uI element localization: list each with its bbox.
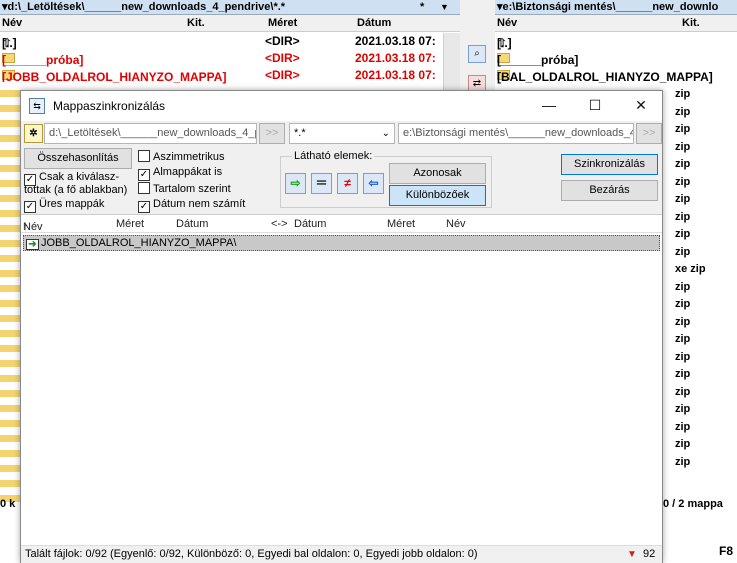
different-button[interactable]: Különbözőek	[389, 185, 486, 206]
f8-key[interactable]: F8	[719, 544, 733, 558]
ignore-date-checkbox[interactable]: ✓ Dátum nem számít	[138, 198, 245, 213]
checkbox-icon	[138, 150, 150, 162]
dropdown-icon[interactable]: ▼	[440, 0, 454, 15]
file-row[interactable]: [JOBB_OLDALROL_HIANYZO_MAPPA] <DIR> 2021…	[0, 66, 460, 84]
ext-cell: zip	[675, 193, 691, 205]
ext-cell: zip	[675, 403, 691, 415]
ext-cell: zip	[675, 438, 691, 450]
left-status: 0 k	[0, 498, 16, 510]
show-unequal-icon[interactable]: ≠	[337, 173, 358, 194]
compare-list-header: ↑ Név Méret Dátum <-> Dátum Méret Név	[21, 214, 662, 233]
ext-cell: zip	[675, 420, 691, 433]
col-name-right[interactable]: Név	[446, 218, 466, 230]
chevron-down-icon[interactable]: ⌄	[382, 124, 390, 143]
subdirs-checkbox[interactable]: ✓ Almappákat is	[138, 166, 222, 181]
checkbox-icon: ✓	[138, 201, 150, 213]
ext-cell: zip	[675, 455, 691, 468]
filter-combo[interactable]: *.* ⌄	[289, 123, 395, 144]
left-path: d:\_Letöltések\______new_downloads_4_pen…	[7, 1, 286, 13]
app-icon: ⇆	[29, 98, 45, 114]
star-icon[interactable]: *	[420, 0, 432, 15]
col-size-right[interactable]: Méret	[387, 218, 415, 230]
file-row[interactable]: ⇧ [..] <DIR> 2021.03.18 07:	[0, 32, 460, 50]
compare-button[interactable]: Összehasonlítás	[24, 148, 132, 169]
sync-button[interactable]: Szinkronizálás	[561, 154, 658, 175]
file-row[interactable]: [______próba] <DIR> 2021.03.18 07:	[0, 49, 460, 67]
ext-cell: zip	[675, 105, 691, 118]
right-path-field[interactable]: e:\Biztonsági mentés\______new_downloads…	[398, 123, 634, 144]
right-column-header: Név Kit.	[495, 15, 737, 32]
checkbox-icon	[138, 182, 150, 194]
left-column-header: Név Kit. Méret Dátum	[0, 15, 460, 32]
selected-only-label2: tottak (a fő ablakban)	[24, 184, 128, 196]
col-date-right[interactable]: Dátum	[294, 218, 326, 230]
left-path-bar[interactable]: ▾d:\_Letöltések\______new_downloads_4_pe…	[0, 0, 460, 15]
ext-cell: zip	[675, 175, 691, 188]
right-path-bar[interactable]: ▾e:\Biztonsági mentés\______new_downlo	[495, 0, 737, 15]
col-date[interactable]: Dátum	[357, 17, 391, 29]
browse-left-button[interactable]: >>	[259, 123, 285, 144]
visible-items-label: Látható elemek:	[292, 150, 375, 162]
ext-cell: zip	[675, 123, 691, 135]
ext-cell: zip	[675, 210, 691, 223]
file-row[interactable]: [BAL_OLDALROL_HIANYZO_MAPPA]	[495, 66, 737, 84]
file-row[interactable]: [______próba]	[495, 49, 737, 67]
col-date-left[interactable]: Dátum	[176, 218, 208, 230]
compare-list[interactable]: ➜ JOBB_OLDALROL_HIANYZO_MAPPA\	[21, 233, 662, 545]
maximize-button[interactable]: ☐	[572, 91, 618, 121]
minimize-button[interactable]: —	[526, 91, 572, 121]
col-ext[interactable]: Kit.	[682, 17, 700, 29]
ext-cell: zip	[675, 333, 691, 345]
ext-cell: zip	[675, 350, 691, 363]
same-button[interactable]: Azonosak	[389, 163, 486, 184]
by-content-checkbox[interactable]: Tartalom szerint	[138, 182, 231, 196]
dialog-titlebar[interactable]: ⇆ Mappaszinkronizálás — ☐ ✕	[21, 91, 662, 121]
empty-dirs-checkbox[interactable]: ✓ Üres mappák	[24, 198, 104, 213]
dialog-status-bar: Talált fájlok: 0/92 (Egyenlő: 0/92, Külö…	[21, 545, 662, 563]
col-name[interactable]: Név	[2, 17, 22, 29]
show-equal-icon[interactable]: ＝	[311, 173, 332, 194]
copy-right-arrow-icon: ➜	[26, 239, 39, 250]
ext-cell: zip	[675, 158, 691, 170]
col-direction[interactable]: <->	[271, 218, 288, 230]
sync-dialog: ⇆ Mappaszinkronizálás — ☐ ✕ ✲ d:\_Letölt…	[20, 90, 663, 563]
left-folder-strip	[0, 82, 20, 502]
col-ext[interactable]: Kit.	[187, 17, 205, 29]
ext-cell: zip	[675, 228, 691, 240]
ext-cell: zip	[675, 368, 691, 380]
status-text: Talált fájlok: 0/92 (Egyenlő: 0/92, Külö…	[25, 548, 478, 560]
browse-right-button[interactable]: >>	[636, 123, 662, 144]
ext-cell: zip	[675, 385, 691, 398]
ext-cell: zip	[675, 245, 691, 258]
col-size[interactable]: Méret	[268, 17, 297, 29]
ext-cell: zip	[675, 280, 691, 293]
list-item[interactable]: ➜ JOBB_OLDALROL_HIANYZO_MAPPA\	[23, 235, 660, 251]
close-button[interactable]: Bezárás	[561, 180, 658, 201]
checkbox-icon: ✓	[138, 169, 150, 181]
close-icon[interactable]: ✕	[618, 91, 664, 121]
show-copy-right-icon[interactable]: ⇨	[285, 173, 306, 194]
ext-cell: zip	[675, 298, 691, 310]
ext-cell: zip	[675, 315, 691, 328]
ext-cell: zip	[675, 140, 691, 153]
right-status: 0 / 2 mappa	[663, 498, 723, 510]
col-name[interactable]: Név	[497, 17, 517, 29]
show-copy-left-icon[interactable]: ⇦	[363, 173, 384, 194]
ext-cell: xe zip	[675, 263, 706, 275]
asymmetric-checkbox[interactable]: Aszimmetrikus	[138, 150, 225, 164]
right-ext-column: zip zip zip zip zip zip zip zip zip zip xe zip zip z…	[675, 86, 737, 471]
filter-count-icon: ▼	[627, 549, 637, 560]
file-row[interactable]: ⇧ [..]	[495, 32, 737, 50]
left-path-field[interactable]: d:\_Letöltések\______new_downloads_4_pe	[44, 123, 257, 144]
star-icon[interactable]: ✲	[24, 124, 43, 143]
compare-icon[interactable]: ⌕	[468, 45, 486, 63]
ext-cell: zip	[675, 88, 691, 100]
col-size-left[interactable]: Méret	[116, 218, 144, 230]
checkbox-icon: ✓	[24, 201, 36, 213]
right-path: e:\Biztonsági mentés\______new_downlo	[502, 1, 719, 13]
dialog-title: Mappaszinkronizálás	[53, 99, 166, 113]
status-count: 92	[643, 548, 656, 560]
